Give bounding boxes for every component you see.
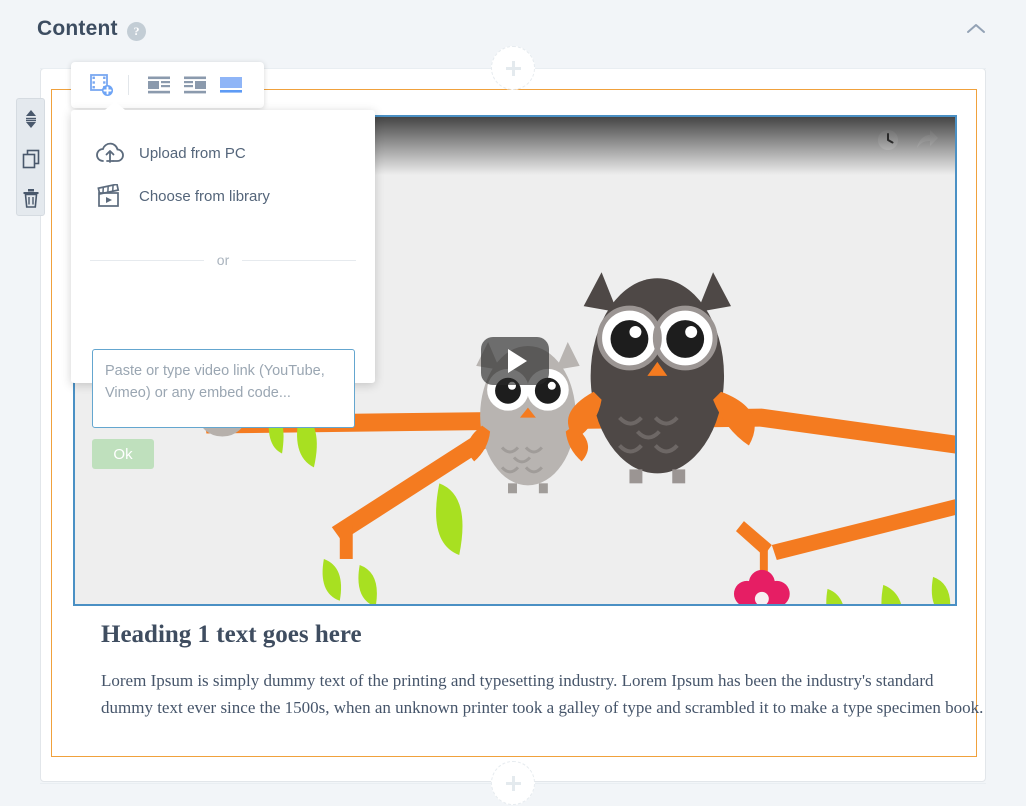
upload-from-pc-option[interactable]: Upload from PC — [71, 133, 375, 173]
full-width-icon — [220, 77, 242, 93]
or-separator: or — [71, 252, 375, 268]
ok-button[interactable]: Ok — [92, 439, 154, 469]
choose-from-library-option[interactable]: Choose from library — [71, 176, 375, 216]
add-block-bottom-button[interactable] — [491, 761, 535, 805]
video-url-input[interactable] — [92, 349, 355, 428]
float-right-icon — [184, 76, 206, 94]
video-source-dropdown: Upload from PC Choose from library or Ok — [71, 101, 375, 469]
video-format-toolbar — [71, 62, 264, 108]
film-plus-icon — [90, 74, 113, 96]
or-line-left — [90, 259, 204, 261]
clapperboard-icon — [93, 184, 127, 208]
plus-icon — [505, 60, 521, 76]
float-left-icon — [148, 76, 170, 94]
upload-from-pc-label: Upload from PC — [139, 144, 246, 162]
body-paragraph[interactable]: Lorem Ipsum is simply dummy text of the … — [101, 667, 985, 721]
block-tool-rail — [16, 98, 45, 216]
delete-button[interactable] — [17, 178, 44, 217]
add-block-top-button[interactable] — [491, 46, 535, 90]
toolbar-separator — [128, 75, 129, 95]
align-right-button[interactable] — [177, 62, 213, 108]
choose-from-library-label: Choose from library — [139, 187, 270, 205]
move-up-down-icon — [25, 109, 36, 128]
chevron-up-icon[interactable] — [964, 20, 988, 38]
or-label: or — [216, 252, 230, 268]
full-width-button[interactable] — [213, 62, 249, 108]
play-button-icon[interactable] — [481, 336, 549, 385]
help-icon[interactable]: ? — [127, 22, 146, 41]
plus-icon — [505, 775, 521, 791]
heading-1[interactable]: Heading 1 text goes here — [101, 621, 362, 649]
page-title: Content — [37, 17, 118, 40]
align-left-button[interactable] — [141, 62, 177, 108]
or-line-right — [242, 259, 357, 261]
cloud-upload-icon — [93, 142, 127, 164]
copy-icon — [22, 149, 39, 168]
move-up-down-button[interactable] — [17, 99, 44, 138]
duplicate-button[interactable] — [17, 139, 44, 178]
trash-icon — [23, 188, 38, 208]
